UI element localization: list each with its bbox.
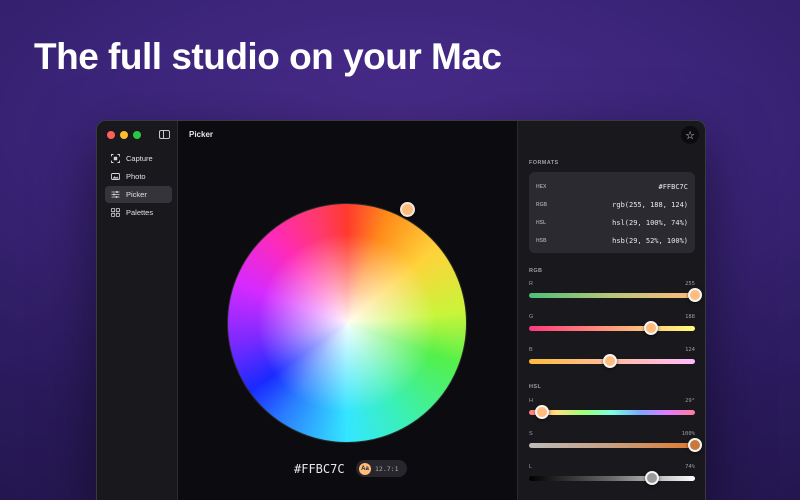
slider-r: R 255 (529, 281, 702, 302)
hex-value-display[interactable]: #FFBC7C (294, 462, 345, 476)
slider-track[interactable] (529, 321, 695, 335)
format-row-hsl[interactable]: HSL hsl(29, 100%, 74%) (536, 218, 688, 228)
zoom-button[interactable] (133, 131, 141, 139)
favorite-button[interactable]: ☆ (681, 126, 699, 144)
page-title: Picker (189, 130, 214, 139)
format-row-hsb[interactable]: HSB hsb(29, 52%, 100%) (536, 236, 688, 246)
slider-thumb[interactable] (688, 438, 702, 452)
hsl-section-label: HSL (529, 384, 542, 390)
slider-thumb[interactable] (644, 321, 659, 335)
slider-h: H 29° (529, 398, 695, 419)
format-value: rgb(255, 188, 124) (612, 201, 688, 209)
sidebar-item-photo[interactable]: Photo (105, 168, 172, 185)
slider-label: H (529, 398, 533, 404)
sidebar-item-label: Picker (126, 190, 147, 199)
slider-thumb[interactable] (644, 471, 659, 485)
minimize-button[interactable] (120, 131, 128, 139)
sidebar-item-capture[interactable]: Capture (105, 150, 172, 167)
slider-label: S (529, 431, 533, 437)
sidebar-item-label: Palettes (126, 208, 154, 217)
color-wheel-handle[interactable] (400, 202, 415, 217)
sidebar-nav: Capture Photo Picker Palettes (105, 150, 172, 222)
format-value: #FFBC7C (658, 183, 688, 191)
formats-list: HEX #FFBC7C RGB rgb(255, 188, 124) HSL h… (529, 172, 695, 253)
sidebar-toggle-icon[interactable] (159, 130, 170, 139)
slider-track[interactable] (529, 288, 702, 302)
contrast-ratio: 12.7:1 (375, 464, 399, 473)
app-window: Capture Photo Picker Palettes Picker #FF… (96, 120, 706, 500)
sidebar-item-label: Capture (126, 154, 153, 163)
format-value: hsb(29, 52%, 100%) (612, 237, 688, 245)
color-wheel[interactable] (227, 203, 467, 443)
format-key: HSL (536, 220, 546, 226)
slider-track[interactable] (529, 405, 695, 419)
headline: The full studio on your Mac (34, 36, 502, 77)
format-key: RGB (536, 202, 548, 208)
slider-s: S 100% (529, 431, 702, 452)
format-row-hex[interactable]: HEX #FFBC7C (536, 182, 688, 192)
slider-value: 74% (685, 464, 695, 470)
contrast-badge: Aa 12.7:1 (356, 460, 407, 477)
inspector-panel: ☆ FORMATS HEX #FFBC7C RGB rgb(255, 188, … (517, 121, 705, 500)
contrast-swatch-icon: Aa (359, 462, 371, 475)
slider-label: G (529, 314, 534, 320)
slider-track[interactable] (529, 354, 695, 368)
slider-b: B 124 (529, 347, 695, 368)
slider-thumb[interactable] (688, 288, 702, 302)
format-key: HSB (536, 238, 547, 244)
rgb-section-label: RGB (529, 268, 543, 274)
slider-l: L 74% (529, 464, 695, 485)
sidebar-item-label: Photo (126, 172, 146, 181)
format-row-rgb[interactable]: RGB rgb(255, 188, 124) (536, 200, 688, 210)
slider-label: B (529, 347, 533, 353)
slider-track[interactable] (529, 471, 695, 485)
grid-icon (111, 208, 120, 217)
sidebar-item-picker[interactable]: Picker (105, 186, 172, 203)
sidebar-item-palettes[interactable]: Palettes (105, 204, 172, 221)
capture-icon (111, 154, 120, 163)
formats-section-label: FORMATS (529, 160, 559, 166)
slider-value: 124 (685, 347, 695, 353)
color-wheel-container (227, 202, 467, 443)
star-icon: ☆ (685, 129, 695, 142)
slider-value: 188 (685, 314, 695, 320)
slider-value: 29° (685, 398, 695, 404)
slider-thumb[interactable] (535, 405, 550, 419)
close-button[interactable] (107, 131, 115, 139)
window-controls (107, 131, 141, 139)
format-key: HEX (536, 184, 547, 190)
slider-thumb[interactable] (602, 354, 617, 368)
photo-icon (111, 172, 120, 181)
slider-track[interactable] (529, 438, 702, 452)
format-value: hsl(29, 100%, 74%) (612, 219, 688, 227)
sidebar: Capture Photo Picker Palettes (97, 121, 178, 500)
slider-label: R (529, 281, 533, 287)
sliders-icon (111, 190, 120, 199)
slider-g: G 188 (529, 314, 695, 335)
slider-label: L (529, 464, 533, 470)
